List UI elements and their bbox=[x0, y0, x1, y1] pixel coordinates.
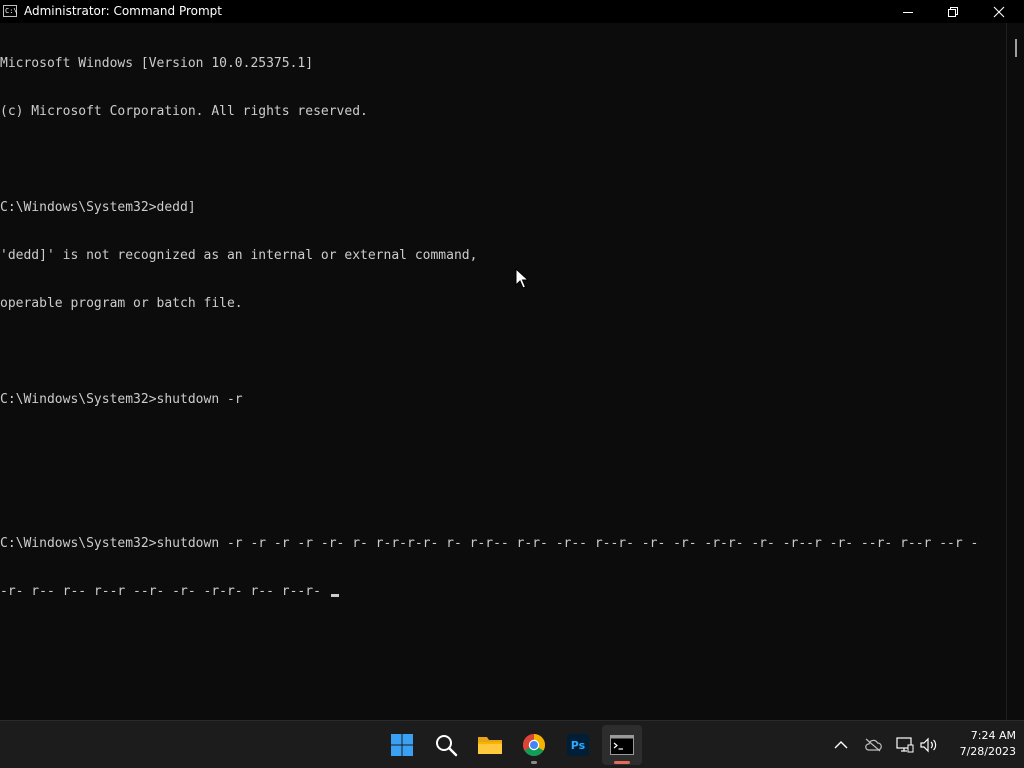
close-icon bbox=[993, 6, 1004, 17]
command-prompt-active-indicator bbox=[614, 761, 630, 764]
console-output[interactable]: Microsoft Windows [Version 10.0.25375.1]… bbox=[0, 23, 1006, 720]
console-line: 'dedd]' is not recognized as an internal… bbox=[0, 248, 478, 263]
text-cursor bbox=[330, 594, 339, 597]
network-button[interactable] bbox=[893, 733, 917, 757]
scrollbar-thumb[interactable] bbox=[1015, 39, 1017, 57]
system-clock[interactable]: 7:24 AM 7/28/2023 bbox=[944, 728, 1016, 760]
chevron-up-icon bbox=[834, 741, 848, 749]
folder-icon bbox=[478, 737, 502, 754]
console-line: (c) Microsoft Corporation. All rights re… bbox=[0, 104, 368, 119]
mouse-pointer-icon bbox=[515, 268, 529, 289]
start-button[interactable] bbox=[382, 725, 422, 765]
clock-date: 7/28/2023 bbox=[959, 745, 1016, 758]
cmd-app-icon-label: C:\ bbox=[5, 7, 18, 15]
desktop: C:\ Administrator: Command Prompt Micros… bbox=[0, 0, 1024, 768]
terminal-icon bbox=[610, 735, 634, 755]
chrome-running-indicator bbox=[531, 761, 537, 764]
console-line: -r- r-- r-- r--r --r- -r- -r-r- r-- r--r… bbox=[0, 584, 329, 599]
vertical-scrollbar[interactable] bbox=[1006, 23, 1024, 720]
console-line: C:\Windows\System32>shutdown -r -r -r -r… bbox=[0, 536, 979, 551]
console-line: C:\Windows\System32>shutdown -r bbox=[0, 392, 243, 407]
chrome-icon bbox=[523, 734, 545, 756]
volume-button[interactable] bbox=[917, 733, 941, 757]
file-explorer-button[interactable] bbox=[470, 725, 510, 765]
console-line: C:\Windows\System32>dedd] bbox=[0, 200, 196, 215]
chrome-button[interactable] bbox=[514, 725, 554, 765]
photoshop-button[interactable]: Ps bbox=[558, 725, 598, 765]
console-line: operable program or batch file. bbox=[0, 296, 243, 311]
taskbar: Ps 7:24 AM 7/28/2023 bbox=[0, 720, 1024, 768]
clock-time: 7:24 AM bbox=[970, 729, 1016, 742]
title-bar[interactable]: C:\ Administrator: Command Prompt bbox=[0, 0, 1024, 23]
console-input-line[interactable]: -r- r-- r-- r--r --r- -r- -r-r- r-- r--r… bbox=[0, 584, 978, 600]
command-prompt-button[interactable] bbox=[602, 725, 642, 765]
restore-button[interactable] bbox=[930, 0, 975, 23]
minimize-icon bbox=[902, 11, 913, 13]
volume-icon bbox=[920, 737, 937, 753]
cmd-app-icon: C:\ bbox=[3, 5, 18, 17]
search-button[interactable] bbox=[426, 725, 466, 765]
window-title: Administrator: Command Prompt bbox=[24, 4, 222, 18]
cloud-offline-icon bbox=[865, 738, 882, 752]
search-icon bbox=[436, 735, 458, 757]
onedrive-button[interactable] bbox=[861, 733, 885, 757]
windows-logo-icon bbox=[391, 734, 413, 756]
photoshop-icon-label: Ps bbox=[570, 738, 586, 752]
network-icon bbox=[896, 737, 914, 753]
close-button[interactable] bbox=[976, 0, 1021, 23]
restore-icon bbox=[947, 6, 958, 17]
minimize-button[interactable] bbox=[885, 0, 930, 23]
console-line: Microsoft Windows [Version 10.0.25375.1] bbox=[0, 56, 314, 71]
console-lines: Microsoft Windows [Version 10.0.25375.1]… bbox=[0, 24, 978, 632]
show-hidden-icons-button[interactable] bbox=[829, 733, 853, 757]
photoshop-icon: Ps bbox=[567, 734, 589, 756]
